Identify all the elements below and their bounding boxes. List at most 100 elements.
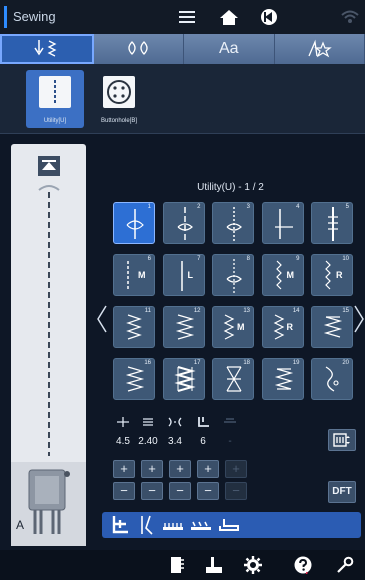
stitch-preview-panel: A <box>11 144 86 546</box>
disabled-plus: + <box>225 460 247 478</box>
stitch-settings-button[interactable] <box>328 429 356 451</box>
settings-gear-icon[interactable] <box>244 556 262 574</box>
stitch-position-mark: L <box>187 270 194 280</box>
stitch-tile[interactable]: 12 <box>162 306 205 348</box>
favorite-stitch-icon <box>308 39 333 58</box>
utility-stitch-icon <box>34 40 57 57</box>
subcategory-buttonhole[interactable]: Buttonhole[B] <box>90 70 148 128</box>
stitch-list-title: Utility(U) - 1 / 2 <box>197 182 264 193</box>
mode-title: Sewing <box>4 6 56 28</box>
presser-foot-height-icon[interactable] <box>218 518 240 532</box>
straight-stitch-icon <box>39 76 71 108</box>
character-tab[interactable]: Aa <box>184 34 275 64</box>
thread-tension-value: 3.4 <box>168 436 182 447</box>
bottom-bar <box>0 550 365 580</box>
stitch-tile[interactable]: 11 <box>113 306 155 348</box>
presser-foot-label: A <box>16 518 25 532</box>
subcategory-utility[interactable]: Utility[U] <box>26 70 84 128</box>
top-bar: Sewing <box>0 0 365 34</box>
stitch-number: 6 <box>147 256 151 262</box>
stitch-position-mark: M <box>237 322 245 332</box>
pressure-plus[interactable]: + <box>197 460 219 478</box>
stitch-number: 1 <box>147 204 151 210</box>
pressure-minus[interactable]: − <box>197 482 219 500</box>
favorite-tab[interactable] <box>275 34 365 64</box>
stitch-tile[interactable]: 19 <box>261 358 304 400</box>
needle-position-plus[interactable]: + <box>113 460 135 478</box>
stitch-tile[interactable]: 15 <box>311 306 353 348</box>
quick-toolbar <box>102 512 361 538</box>
stitch-tile[interactable]: 1 <box>113 202 155 244</box>
stitch-number: 10 <box>342 256 349 262</box>
stitch-number: 4 <box>296 204 300 210</box>
home-icon[interactable] <box>219 8 239 26</box>
thread-tension-param: 3.4 <box>160 414 190 447</box>
stitch-tile[interactable]: 20 <box>311 358 353 400</box>
thread-tension-icon <box>168 417 182 427</box>
presser-pressure-value: 6 <box>200 436 206 447</box>
stitch-number: 20 <box>342 360 349 366</box>
stitch-position-mark: R <box>336 270 343 280</box>
needle-position-minus[interactable]: − <box>113 482 135 500</box>
presser-foot-icon <box>28 469 70 534</box>
stitch-tile[interactable]: 13 M <box>212 306 254 348</box>
disabled-param: - <box>215 414 245 447</box>
stitch-number: 11 <box>144 308 151 314</box>
category-tabs: Aa <box>0 34 365 64</box>
needle-thread-icon[interactable] <box>136 514 158 536</box>
next-page-arrow[interactable] <box>353 304 365 334</box>
stitch-number: 14 <box>292 308 300 314</box>
stitch-number: 19 <box>292 360 300 366</box>
utility-stitch-tab[interactable] <box>0 34 94 64</box>
stitch-width-icon[interactable] <box>162 518 184 532</box>
stitch-tile[interactable]: 9M <box>261 254 304 296</box>
stitch-tile[interactable]: 18 <box>212 358 254 400</box>
auto-lock-icon[interactable] <box>110 514 134 536</box>
stitch-number: 7 <box>197 256 201 262</box>
stitch-number: 16 <box>144 360 151 366</box>
stitch-number: 3 <box>246 204 250 210</box>
stitch-tile[interactable]: 7L <box>162 254 205 296</box>
prev-page-arrow[interactable] <box>96 304 108 334</box>
subcategory-strip: Utility[U] Buttonhole[B] <box>0 64 365 134</box>
stitch-length-plus[interactable]: + <box>141 460 163 478</box>
wrench-icon[interactable] <box>336 556 354 574</box>
stitch-tile[interactable]: 10 R <box>311 254 353 296</box>
default-button[interactable]: DFT <box>328 481 356 503</box>
stitch-tile[interactable]: 3 <box>212 202 254 244</box>
stitch-number: 17 <box>193 360 201 366</box>
subcategory-label: Buttonhole[B] <box>100 118 138 124</box>
stitch-tile[interactable]: 4 <box>261 202 304 244</box>
stitch-length-param: 2.40 <box>133 414 163 447</box>
stitch-position-mark: R <box>286 322 294 332</box>
needle-plate-icon[interactable] <box>205 556 223 574</box>
stitch-number: 12 <box>193 308 201 314</box>
stitch-number: 5 <box>345 204 349 210</box>
stitch-tile[interactable]: 6M <box>113 254 155 296</box>
stitch-length-icon <box>143 418 153 426</box>
tension-plus[interactable]: + <box>169 460 191 478</box>
disabled-minus: − <box>225 482 247 500</box>
character-tab-label: Aa <box>218 40 239 57</box>
stitch-tile[interactable]: 16 <box>113 358 155 400</box>
presser-pressure-icon <box>198 417 209 427</box>
stitch-tile[interactable]: 8 <box>212 254 254 296</box>
tension-minus[interactable]: − <box>169 482 191 500</box>
subcategory-label: Utility[U] <box>43 118 67 124</box>
stitch-tile[interactable]: 17 <box>162 358 205 400</box>
presser-pressure-param: 6 <box>188 414 218 447</box>
stitch-tile[interactable]: 2 <box>162 202 205 244</box>
stitch-tile[interactable]: 5 <box>311 202 353 244</box>
stitch-grid: 1 2 3 4 5 6 M 7 L 8 9 M 10 R 11 12 13 M 14 R 15 16 17 18 19 20 <box>113 202 353 400</box>
menu-icon[interactable] <box>177 8 197 26</box>
stitch-number: 8 <box>246 256 250 262</box>
feed-dog-icon[interactable] <box>190 518 212 532</box>
stitch-tile[interactable]: 14 R <box>261 306 304 348</box>
bobbin-case-icon[interactable] <box>168 556 186 574</box>
stitch-length-minus[interactable]: − <box>141 482 163 500</box>
stitch-position-mark: M <box>138 270 146 280</box>
help-icon[interactable] <box>294 556 312 574</box>
back-icon[interactable] <box>259 8 279 26</box>
decorative-stitch-tab[interactable] <box>94 34 184 64</box>
disabled-param-icon <box>224 418 236 423</box>
